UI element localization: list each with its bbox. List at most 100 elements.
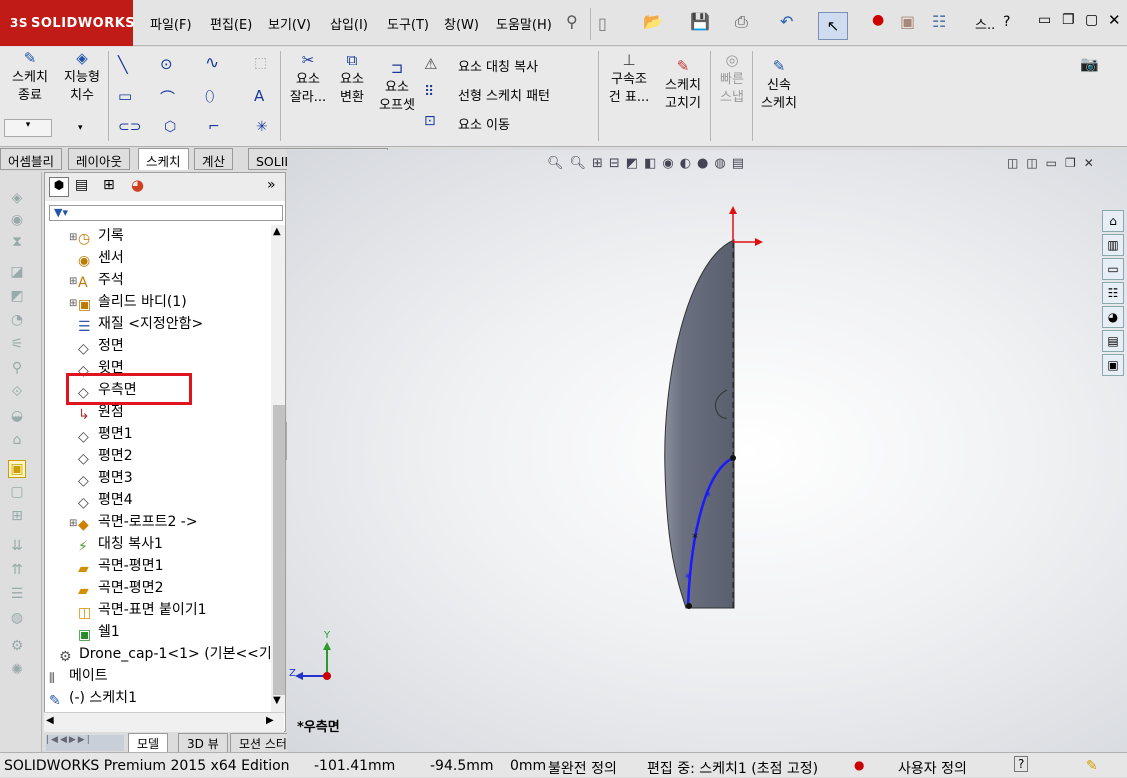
menu-file[interactable]: 파일(F) xyxy=(150,14,192,33)
custom-properties-icon[interactable]: ▤ xyxy=(1102,330,1124,352)
cut-revolve-icon[interactable]: ◩ xyxy=(8,288,26,306)
smart-dimension-button[interactable]: ◈ 지능형 치수 xyxy=(58,49,106,105)
move-entities-button[interactable]: 요소 이동 xyxy=(458,114,510,133)
camera-icon[interactable]: 📷 xyxy=(1080,55,1099,73)
new-document-icon[interactable]: ▯ xyxy=(598,14,607,33)
save-icon[interactable]: 💾 xyxy=(690,12,710,31)
folder-icon[interactable]: ▭ xyxy=(1102,258,1124,280)
tree-item[interactable]: ☰ 재질 <지정안함> xyxy=(69,313,203,335)
property-manager-tab-icon[interactable]: ▤ xyxy=(75,177,88,193)
solidworks-logo[interactable]: 3S SOLIDWORKS xyxy=(0,0,135,46)
tree-item[interactable]: ▰ 곡면-평면2 xyxy=(69,577,163,599)
table-icon[interactable]: ☰ xyxy=(8,586,26,604)
grid-feature-icon[interactable]: ⊞ xyxy=(8,508,26,526)
scroll-right-icon[interactable]: ▶ xyxy=(266,715,274,726)
quick-snaps-button[interactable]: ◎ 빠른 스냅 xyxy=(714,51,750,107)
tab-sketch[interactable]: 스케치 xyxy=(138,148,189,170)
pin-icon[interactable]: ⚲ xyxy=(566,12,578,31)
tree-item[interactable]: ▰ 곡면-평면1 xyxy=(69,555,163,577)
traffic-light-icon[interactable]: ● xyxy=(872,12,884,28)
line-icon[interactable]: ╲ xyxy=(118,55,128,74)
tree-root-item[interactable]: ⫴ 메이트 xyxy=(49,665,108,687)
exit-sketch-dropdown[interactable]: ▾ xyxy=(4,119,52,137)
dim-dropdown-icon[interactable]: ▾ xyxy=(78,123,83,133)
print-icon[interactable]: ⎙ xyxy=(735,12,748,32)
linear-pattern-button[interactable]: 선형 스케치 패턴 xyxy=(458,85,550,104)
expand-toggle-icon[interactable]: ⊞ xyxy=(69,513,78,535)
tree-item[interactable]: ⊞A 주석 xyxy=(69,269,124,293)
menu-window[interactable]: 창(W) xyxy=(444,14,479,33)
scroll-left-icon[interactable]: ◀ xyxy=(46,715,54,726)
tab-navigation-icon[interactable]: |◀◀▶▶| xyxy=(46,735,124,751)
gear-feature-icon[interactable]: ⚙ xyxy=(8,638,26,656)
dimension-stack-icon[interactable]: ⇊ xyxy=(8,538,26,556)
tree-item[interactable]: ◇ 평면3 xyxy=(69,467,133,489)
tree-item[interactable]: ◫ 곡면-표면 붙이기1 xyxy=(69,599,207,621)
tree-item[interactable]: ◇ 평면1 xyxy=(69,423,133,445)
wheel-icon[interactable]: ✺ xyxy=(8,662,26,680)
horizontal-scrollbar[interactable]: ◀ ▶ xyxy=(44,712,284,732)
tree-item[interactable]: ⊞◆ 곡면-로프트2 -> xyxy=(69,511,198,535)
fillet-icon[interactable]: ⌐ xyxy=(208,119,220,135)
close-icon[interactable]: ✕ xyxy=(1108,11,1121,29)
dimension-up-icon[interactable]: ⇈ xyxy=(8,562,26,580)
circle-icon[interactable]: ⊙ xyxy=(160,55,173,73)
file-explorer-icon[interactable]: ☷ xyxy=(1102,282,1124,304)
menu-tools[interactable]: 도구(T) xyxy=(387,14,429,33)
shell-feature-icon[interactable]: ⌂ xyxy=(8,432,26,450)
disc-icon[interactable]: ◍ xyxy=(8,610,26,628)
menu-help[interactable]: 도움말(H) xyxy=(496,14,552,33)
sketch-endpoint[interactable] xyxy=(730,455,736,461)
home-icon[interactable]: ⌂ xyxy=(1102,210,1124,232)
cut-icon[interactable]: ◪ xyxy=(8,264,26,282)
customize-icon[interactable]: ☷ xyxy=(932,12,946,31)
tab-3d-view[interactable]: 3D 뷰 xyxy=(178,733,228,753)
forum-icon[interactable]: ▣ xyxy=(1102,354,1124,376)
trim-entities-button[interactable]: ✂ 요소 잘라... xyxy=(286,51,330,107)
maximize-icon[interactable]: ▢ xyxy=(1085,12,1098,28)
box-icon[interactable]: ▢ xyxy=(8,484,26,502)
menu-view[interactable]: 보기(V) xyxy=(268,14,311,33)
offset-entities-button[interactable]: ⊐ 요소 오프셋 xyxy=(375,59,419,115)
select-arrow-icon[interactable]: ↖ xyxy=(818,12,848,40)
extrude-icon[interactable]: ◈ xyxy=(8,190,26,208)
rib-icon[interactable]: ⚲ xyxy=(8,360,26,378)
tab-evaluate[interactable]: 계산 xyxy=(194,148,234,170)
convert-entities-button[interactable]: ⧉ 요소 변환 xyxy=(332,51,372,107)
tree-item[interactable]: ◇ 평면4 xyxy=(69,489,133,511)
tree-item[interactable]: ⊞▣ 솔리드 바디(1) xyxy=(69,291,187,315)
tree-item[interactable]: ⊞◷ 기록 xyxy=(69,225,124,249)
tree-item[interactable]: ◉ 센서 xyxy=(69,247,124,269)
display-manager-tab-icon[interactable]: ◕ xyxy=(131,176,144,194)
mirror-entities-button[interactable]: 요소 대칭 복사 xyxy=(458,56,538,75)
spline-icon[interactable]: ∿ xyxy=(205,53,219,73)
expand-toggle-icon[interactable]: ⊞ xyxy=(69,271,78,293)
repair-sketch-button[interactable]: ✎ 스케치 고치기 xyxy=(658,57,708,113)
tab-model[interactable]: 모델 xyxy=(128,733,169,753)
fillet-feature-icon[interactable]: ◔ xyxy=(8,312,26,330)
tree-item[interactable]: ◇ 정면 xyxy=(69,335,124,357)
sketch-mode-icon[interactable]: ▣ xyxy=(8,460,26,478)
graphics-area[interactable]: 🔍︎🔍︎⊞⊟◩◧◉◐●◍▤ ◫◫▭❐✕ * * * Y Z *우측면 xyxy=(287,150,1127,752)
sweep-icon[interactable]: ⧗ xyxy=(8,234,26,252)
scroll-up-icon[interactable]: ▲ xyxy=(273,226,281,237)
tree-item[interactable]: ⚡ 대칭 복사1 xyxy=(69,533,163,555)
open-icon[interactable]: 📂 xyxy=(643,12,663,31)
rectangle-icon[interactable]: ▭ xyxy=(118,87,132,105)
rapid-sketch-button[interactable]: ✎ 신속 스케치 xyxy=(756,57,802,113)
tag-icon[interactable]: ✎ xyxy=(1086,758,1098,774)
filter-icon[interactable]: ▼▾ xyxy=(49,205,283,221)
menu-insert[interactable]: 삽입(I) xyxy=(330,14,368,33)
tree-root-item[interactable]: ⚙ Drone_cap-1<1> (기본<<기 xyxy=(59,643,272,665)
wrap-icon[interactable]: ⟐ xyxy=(8,384,26,402)
drone-cap-model[interactable] xyxy=(664,239,735,609)
dome-icon[interactable]: ◒ xyxy=(8,408,26,426)
pattern-icon[interactable]: ⚟ xyxy=(8,336,26,354)
appearance-icon[interactable]: ◕ xyxy=(1102,306,1124,328)
feature-tree-tab-icon[interactable]: ⬢ xyxy=(49,177,69,197)
restore-icon[interactable]: ❐ xyxy=(1062,12,1075,28)
tab-layout[interactable]: 레이아웃 xyxy=(68,148,131,170)
help-small-icon[interactable]: ? xyxy=(1014,756,1029,772)
ellipse-icon[interactable]: ⬯ xyxy=(205,87,214,105)
expand-icon[interactable]: » xyxy=(267,177,276,193)
